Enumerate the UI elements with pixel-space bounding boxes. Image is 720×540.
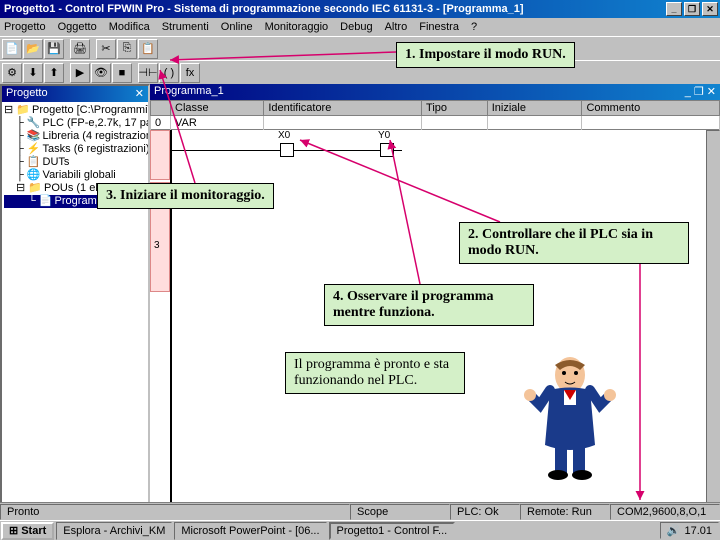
rung-1[interactable] — [150, 130, 170, 180]
menu-altro[interactable]: Altro — [385, 21, 408, 33]
run-icon[interactable]: ▶ — [70, 63, 90, 83]
minimize-button[interactable]: _ — [666, 2, 682, 16]
upload-icon[interactable]: ⬆ — [44, 63, 64, 83]
task-powerpoint[interactable]: Microsoft PowerPoint - [06... — [174, 522, 326, 540]
close-button[interactable]: ✕ — [702, 2, 718, 16]
menu-online[interactable]: Online — [221, 21, 253, 33]
task-explorer[interactable]: Esplora - Archivi_KM — [56, 522, 172, 540]
contact-y0[interactable] — [380, 143, 394, 157]
sidebar-close-icon[interactable]: ✕ — [135, 87, 144, 101]
status-ready: Pronto — [0, 504, 350, 520]
coil-icon[interactable]: ( ) — [159, 63, 179, 83]
status-mode: Remote: Run — [520, 504, 610, 520]
var-row[interactable]: 0 VAR — [151, 116, 720, 131]
toolbar-2: ⚙ ⬇ ⬆ ▶ 👁 ■ ⊣⊢ ( ) fx — [0, 60, 720, 84]
tree-globals[interactable]: ├ 🌐 Variabili globali — [4, 169, 146, 182]
menu-monitoraggio[interactable]: Monitoraggio — [265, 21, 329, 33]
menu-debug[interactable]: Debug — [340, 21, 372, 33]
col-comm[interactable]: Commento — [582, 101, 720, 116]
tree-plc[interactable]: ├ 🔧 PLC (FP-e,2.7k, 17 passi) — [4, 117, 146, 130]
title-bar: Progetto1 - Control FPWIN Pro - Sistema … — [0, 0, 720, 18]
stop-icon[interactable]: ■ — [112, 63, 132, 83]
function-icon[interactable]: fx — [180, 63, 200, 83]
open-icon[interactable]: 📂 — [23, 39, 43, 59]
compile-icon[interactable]: ⚙ — [2, 63, 22, 83]
variable-header: Classe Identificatore Tipo Iniziale Comm… — [150, 100, 720, 130]
tree-duts[interactable]: ├ 📋 DUTs — [4, 156, 146, 169]
menu-progetto[interactable]: Progetto — [4, 21, 46, 33]
paste-icon[interactable]: 📋 — [138, 39, 158, 59]
mascot-character — [520, 350, 620, 480]
contact-label-x0: X0 — [278, 130, 290, 141]
system-tray[interactable]: 🔊 17.01 — [660, 522, 719, 539]
tree-root[interactable]: ⊟ 📁 Progetto [C:\Programmi\Progetto1] — [4, 104, 146, 117]
save-icon[interactable]: 💾 — [44, 39, 64, 59]
callout-3: 3. Iniziare il monitoraggio. — [97, 183, 274, 209]
new-icon[interactable]: 📄 — [2, 39, 22, 59]
col-id[interactable]: Identificatore — [264, 101, 422, 116]
maximize-button[interactable]: ❐ — [684, 2, 700, 16]
windows-icon: ⊞ — [9, 524, 18, 537]
sidebar-title: Progetto ✕ — [2, 86, 148, 102]
doc-controls[interactable]: _ ❐ ✕ — [685, 85, 716, 99]
status-bar: Pronto Scope PLC: Ok Remote: Run COM2,96… — [0, 502, 720, 520]
cut-icon[interactable]: ✂ — [96, 39, 116, 59]
task-fpwin[interactable]: Progetto1 - Control F... — [329, 522, 456, 540]
print-icon[interactable]: 🖨 — [70, 39, 90, 59]
doc-tab: Programma_1 _ ❐ ✕ — [150, 84, 720, 100]
col-iniz[interactable]: Iniziale — [487, 101, 582, 116]
callout-4: 4. Osservare il programma mentre funzion… — [324, 284, 534, 326]
vertical-scrollbar[interactable] — [706, 130, 720, 512]
menu-bar: Progetto Oggetto Modifica Strumenti Onli… — [0, 18, 720, 36]
col-classe[interactable]: Classe — [171, 101, 264, 116]
tray-icon[interactable]: 🔊 — [667, 524, 681, 537]
col-num[interactable] — [151, 101, 171, 116]
download-icon[interactable]: ⬇ — [23, 63, 43, 83]
status-conn: COM2,9600,8,O,1 — [610, 504, 720, 520]
contact-label-y0: Y0 — [378, 130, 390, 141]
rung-num: 3 — [154, 240, 160, 251]
taskbar: ⊞ Start Esplora - Archivi_KM Microsoft P… — [0, 520, 720, 540]
contact-icon[interactable]: ⊣⊢ — [138, 63, 158, 83]
copy-icon[interactable]: ⎘ — [117, 39, 137, 59]
tree-lib[interactable]: ├ 📚 Libreria (4 registrazioni) — [4, 130, 146, 143]
col-tipo[interactable]: Tipo — [422, 101, 488, 116]
callout-2: 2. Controllare che il PLC sia in modo RU… — [459, 222, 689, 264]
status-scope: Scope — [350, 504, 450, 520]
start-button[interactable]: ⊞ Start — [1, 522, 54, 540]
menu-finestra[interactable]: Finestra — [419, 21, 459, 33]
menu-help[interactable]: ? — [471, 21, 477, 33]
monitor-icon[interactable]: 👁 — [91, 63, 111, 83]
status-plc: PLC: Ok — [450, 504, 520, 520]
contact-x0[interactable] — [280, 143, 294, 157]
window-controls: _ ❐ ✕ — [666, 2, 718, 16]
clock: 17.01 — [684, 525, 712, 537]
window-title: Progetto1 - Control FPWIN Pro - Sistema … — [2, 3, 666, 15]
callout-5: Il programma è pronto e sta funzionando … — [285, 352, 465, 394]
project-sidebar: Progetto ✕ ⊟ 📁 Progetto [C:\Programmi\Pr… — [0, 84, 150, 512]
callout-1: 1. Impostare il modo RUN. — [396, 42, 575, 68]
toolbar-1: 📄 📂 💾 🖨 ✂ ⎘ 📋 — [0, 36, 720, 60]
tree-tasks[interactable]: ├ ⚡ Tasks (6 registrazioni) — [4, 143, 146, 156]
menu-modifica[interactable]: Modifica — [109, 21, 150, 33]
menu-strumenti[interactable]: Strumenti — [162, 21, 209, 33]
menu-oggetto[interactable]: Oggetto — [58, 21, 97, 33]
